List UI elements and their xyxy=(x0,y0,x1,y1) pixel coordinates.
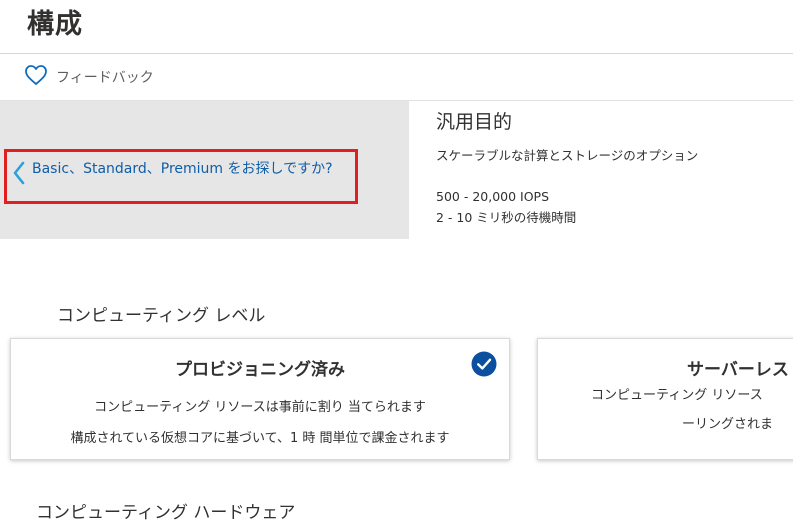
heart-icon xyxy=(24,64,48,90)
other-tiers-link-text: Basic、Standard、Premium をお探しですか? xyxy=(32,161,333,177)
option-description-line: コンピューティング リソースは事前に割り 当てられます xyxy=(94,400,426,415)
plan-title: 汎用目的 xyxy=(436,111,513,133)
option-description-line: コンピューティング リソース xyxy=(591,388,763,403)
option-title: サーバーレス xyxy=(687,360,789,380)
option-description-line: ーリングされま xyxy=(682,417,774,432)
divider xyxy=(0,53,793,54)
configure-page: 構成 フィードバック Basic、Standard、Premium をお探しです… xyxy=(0,0,793,525)
compute-option-serverless[interactable]: サーバーレス コンピューティング リソース ーリングされま xyxy=(537,338,793,460)
plan-description: スケーラブルな計算とストレージのオプション xyxy=(436,148,699,163)
tier-switch-panel: Basic、Standard、Premium をお探しですか? xyxy=(0,101,409,239)
plan-latency: 2 - 10 ミリ秒の待機時間 xyxy=(436,210,577,225)
compute-tier-heading: コンピューティング レベル xyxy=(57,306,266,326)
page-title: 構成 xyxy=(27,9,83,40)
feedback-label: フィードバック xyxy=(56,70,154,86)
checkmark-circle-icon xyxy=(471,351,497,377)
chevron-left-icon xyxy=(13,161,25,185)
plan-iops: 500 - 20,000 IOPS xyxy=(436,189,550,204)
other-tiers-link[interactable]: Basic、Standard、Premium をお探しですか? xyxy=(4,149,358,204)
feedback-button[interactable]: フィードバック xyxy=(24,64,154,90)
compute-hardware-heading: コンピューティング ハードウェア xyxy=(36,503,296,523)
compute-option-provisioned[interactable]: プロビジョニング済み コンピューティング リソースは事前に割り 当てられます 構… xyxy=(10,338,510,460)
option-description-line: 構成されている仮想コアに基づいて、1 時 間単位で課金されます xyxy=(70,431,450,446)
option-title: プロビジョニング済み xyxy=(175,360,345,380)
